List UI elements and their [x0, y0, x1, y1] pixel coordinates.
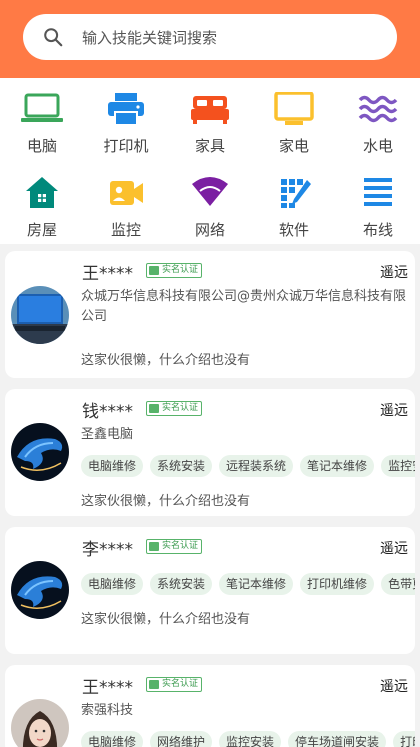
category-surveillance[interactable]: 监控 [84, 164, 168, 244]
category-printer[interactable]: 打印机 [84, 80, 168, 160]
skill-tag[interactable]: 打印机维修 [300, 573, 375, 595]
provider-card[interactable]: 钱**** 实名认证 遥远 圣鑫电脑 电脑维修 系统安装 远程装系统 笔记本维修… [5, 389, 415, 516]
search-icon [44, 28, 63, 47]
company-name: 众城万华信息科技有限公司@贵州众诚万华信息科技有限公司 [81, 289, 407, 324]
category-label: 水电 [362, 137, 393, 155]
category-label: 软件 [278, 221, 309, 239]
water-icon [358, 95, 398, 123]
house-icon [26, 177, 58, 208]
skill-tags: 电脑维修 系统安装 远程装系统 笔记本维修 监控安装 [81, 455, 415, 477]
company-name: 索强科技 [81, 703, 134, 718]
distance-label: 遥远 [380, 403, 408, 419]
skill-tag[interactable]: 打印机 [393, 731, 415, 747]
verified-badge: 实名认证 [146, 263, 203, 278]
skill-tags: 电脑维修 系统安装 笔记本维修 打印机维修 色带更换 [81, 573, 415, 595]
category-label: 电脑 [26, 137, 57, 155]
category-label: 打印机 [103, 137, 149, 155]
distance-label: 遥远 [380, 265, 408, 281]
id-card-icon [149, 266, 159, 275]
wifi-icon [192, 177, 228, 206]
search-placeholder: 输入技能关键词搜索 [82, 28, 218, 47]
provider-name: 王**** [82, 678, 133, 698]
id-card-icon [149, 542, 159, 551]
skill-tag[interactable]: 监控安装 [219, 731, 282, 747]
skill-tag[interactable]: 系统安装 [150, 573, 213, 595]
avatar [11, 561, 69, 619]
skill-tag[interactable]: 网络维护 [150, 731, 213, 747]
verified-badge: 实名认证 [146, 401, 203, 416]
category-appliance[interactable]: 家电 [252, 80, 336, 160]
skill-tag[interactable]: 远程装系统 [219, 455, 294, 477]
id-card-icon [149, 680, 159, 689]
skill-tag[interactable]: 笔记本维修 [219, 573, 294, 595]
search-bar[interactable]: 输入技能关键词搜索 [23, 14, 397, 60]
category-plumbing[interactable]: 水电 [336, 80, 420, 160]
category-house[interactable]: 房屋 [0, 164, 84, 244]
distance-label: 遥远 [380, 541, 408, 557]
category-computer[interactable]: 电脑 [0, 80, 84, 160]
skill-tag[interactable]: 停车场道闸安装 [288, 731, 387, 747]
skill-tag[interactable]: 监控安装 [381, 455, 415, 477]
provider-card[interactable]: 王**** 实名认证 遥远 众城万华信息科技有限公司@贵州众诚万华信息科技有限公… [5, 251, 415, 378]
category-network[interactable]: 网络 [168, 164, 252, 244]
bed-icon [191, 96, 229, 124]
category-label: 家电 [278, 137, 309, 155]
skill-tag[interactable]: 电脑维修 [81, 573, 144, 595]
header-bar: 输入技能关键词搜索 [0, 0, 420, 78]
skill-tags: 电脑维修 网络维护 监控安装 停车场道闸安装 打印机 [81, 731, 415, 747]
avatar [11, 286, 69, 344]
cabling-icon [364, 178, 392, 206]
distance-label: 遥远 [380, 679, 408, 695]
category-cabling[interactable]: 布线 [336, 164, 420, 244]
camera-icon [110, 181, 143, 205]
skill-tag[interactable]: 电脑维修 [81, 455, 144, 477]
software-icon [281, 179, 311, 208]
provider-intro: 这家伙很懒，什么介绍也没有 [81, 353, 251, 368]
skill-tag[interactable]: 色带更换 [381, 573, 415, 595]
verified-badge: 实名认证 [146, 677, 203, 692]
laptop-icon [21, 93, 63, 122]
category-label: 监控 [110, 221, 141, 239]
skill-tag[interactable]: 系统安装 [150, 455, 213, 477]
provider-intro: 这家伙很懒，什么介绍也没有 [81, 494, 251, 509]
category-label: 家具 [194, 137, 225, 155]
tv-icon [274, 92, 314, 125]
category-label: 布线 [362, 221, 393, 239]
category-software[interactable]: 软件 [252, 164, 336, 244]
printer-icon [108, 93, 144, 126]
provider-card[interactable]: 王**** 实名认证 遥远 索强科技 电脑维修 网络维护 监控安装 停车场道闸安… [5, 665, 415, 747]
skill-tag[interactable]: 电脑维修 [81, 731, 144, 747]
verified-badge: 实名认证 [146, 539, 203, 554]
avatar [11, 423, 69, 481]
provider-name: 钱**** [82, 402, 133, 422]
provider-name: 李**** [82, 540, 133, 560]
provider-intro: 这家伙很懒，什么介绍也没有 [81, 612, 251, 627]
provider-name: 王**** [82, 264, 133, 284]
company-name: 圣鑫电脑 [81, 427, 134, 442]
skill-tag[interactable]: 笔记本维修 [300, 455, 375, 477]
category-label: 房屋 [26, 221, 57, 239]
category-grid: 电脑 打印机 家具 家电 水电 房屋 监控 网络 软件 布线 [0, 78, 420, 244]
category-label: 网络 [194, 221, 225, 239]
avatar [11, 699, 69, 747]
category-furniture[interactable]: 家具 [168, 80, 252, 160]
id-card-icon [149, 404, 159, 413]
provider-card[interactable]: 李**** 实名认证 遥远 电脑维修 系统安装 笔记本维修 打印机维修 色带更换… [5, 527, 415, 654]
